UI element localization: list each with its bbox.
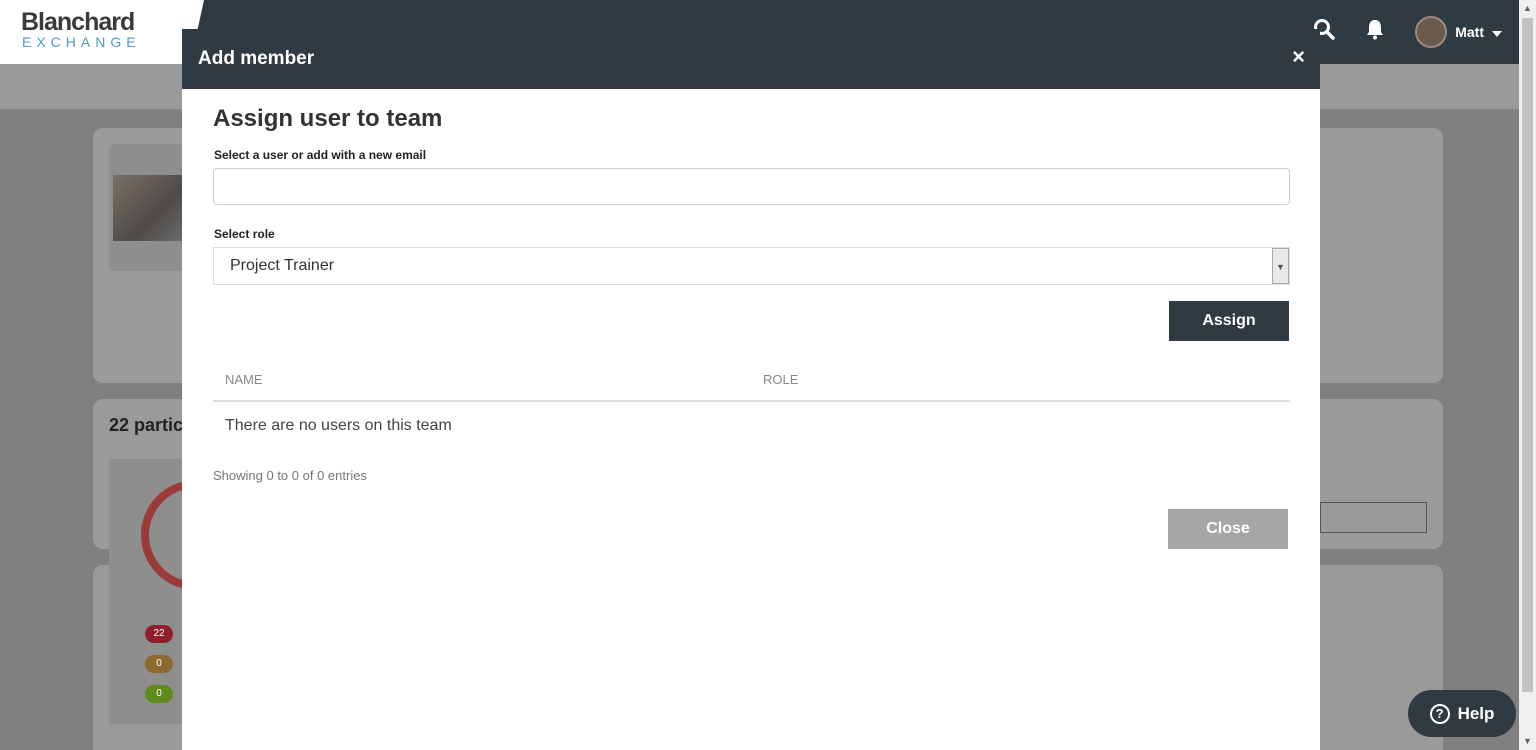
- background-input: [1320, 502, 1427, 533]
- role-select[interactable]: Project Trainer ▼: [213, 247, 1290, 285]
- table-entries-info: Showing 0 to 0 of 0 entries: [213, 468, 367, 483]
- scroll-up-arrow[interactable]: ▲: [1519, 0, 1536, 17]
- add-member-modal: Add member × Assign user to team Select …: [182, 29, 1320, 750]
- status-badge: 0: [145, 685, 173, 703]
- user-field-label: Select a user or add with a new email: [214, 148, 427, 162]
- user-email-input[interactable]: [213, 168, 1290, 205]
- chevron-down-icon[interactable]: ▼: [1272, 248, 1289, 284]
- top-nav-actions: Matt: [1313, 0, 1502, 64]
- close-button[interactable]: Close: [1168, 509, 1288, 549]
- avatar: [1415, 16, 1448, 48]
- section-title: Assign user to team: [213, 105, 443, 132]
- empty-table-message: There are no users on this team: [225, 417, 452, 434]
- role-selected-value: Project Trainer: [230, 257, 335, 274]
- help-button[interactable]: ? Help: [1408, 690, 1516, 737]
- status-badge: 22: [145, 625, 173, 643]
- chevron-down-icon: [1492, 24, 1502, 40]
- members-table-header: NAME ROLE: [213, 359, 1290, 402]
- logo-subtitle: EXCHANGE: [22, 34, 141, 50]
- help-icon: ?: [1429, 703, 1450, 724]
- participants-heading: 22 partic: [109, 415, 184, 435]
- scroll-thumb[interactable]: [1522, 18, 1533, 692]
- logo-title: Blanchard: [21, 8, 135, 36]
- modal-title: Add member: [198, 48, 315, 69]
- column-header-name[interactable]: NAME: [225, 372, 263, 387]
- role-label: Select role: [214, 227, 275, 241]
- help-label: Help: [1457, 703, 1495, 723]
- user-menu[interactable]: Matt: [1415, 16, 1502, 48]
- scroll-down-arrow[interactable]: ▼: [1519, 733, 1536, 750]
- modal-header: Add member ×: [182, 29, 1320, 89]
- bell-icon[interactable]: [1365, 18, 1385, 46]
- assign-button[interactable]: Assign: [1169, 301, 1289, 341]
- page-scrollbar[interactable]: ▲ ▼: [1519, 0, 1536, 750]
- user-name: Matt: [1455, 24, 1484, 40]
- close-icon[interactable]: ×: [1292, 44, 1305, 70]
- status-badge: 0: [145, 655, 173, 673]
- column-header-role[interactable]: ROLE: [763, 372, 798, 387]
- logo[interactable]: Blanchard EXCHANGE: [0, 0, 204, 64]
- project-thumbnail-image: [113, 175, 185, 241]
